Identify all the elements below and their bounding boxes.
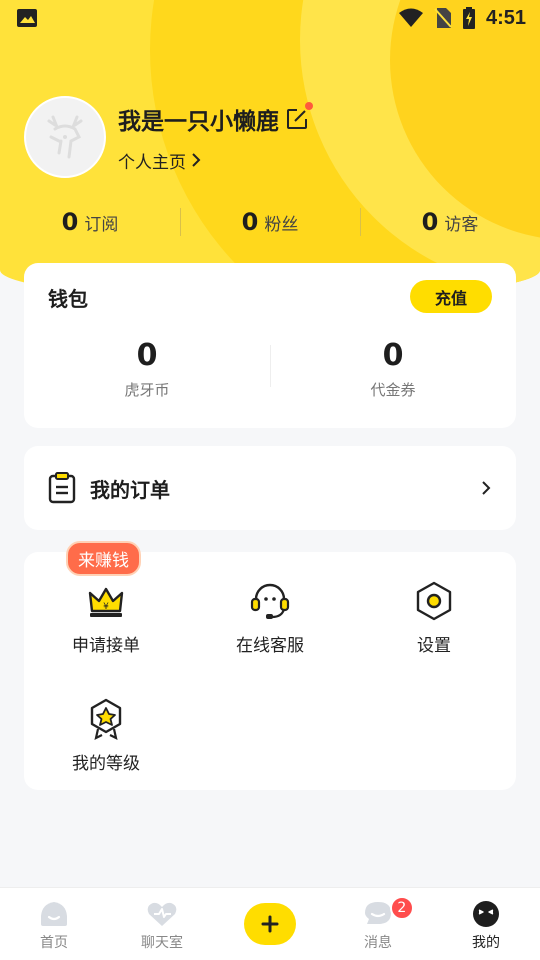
wallet-title: 钱包: [48, 287, 88, 311]
stat-count: 0: [241, 208, 259, 236]
tab-me[interactable]: 我的: [432, 888, 540, 960]
stat-fans[interactable]: 0 粉丝: [180, 202, 360, 242]
my-level-item[interactable]: 我的等级: [24, 697, 188, 774]
no-sim-icon: [434, 8, 452, 28]
stat-count: 0: [421, 208, 439, 236]
apply-orders-item[interactable]: ¥ 申请接单: [24, 579, 188, 656]
stat-subscriptions[interactable]: 0 订阅: [0, 202, 180, 242]
plus-icon: [261, 915, 279, 933]
my-orders-label: 我的订单: [90, 477, 170, 502]
wallet-card: 钱包 充值 0 虎牙币 0 代金券: [24, 263, 516, 428]
tab-chatroom[interactable]: 聊天室: [108, 888, 216, 960]
stats-row: 0 订阅 0 粉丝 0 访客: [0, 202, 540, 242]
tab-home[interactable]: 首页: [0, 888, 108, 960]
home-icon: [41, 902, 67, 926]
huya-coin-value: 0: [136, 338, 158, 373]
chatroom-icon: [147, 902, 177, 926]
earn-money-badge: 来赚钱: [66, 541, 141, 576]
apply-orders-label: 申请接单: [72, 636, 140, 656]
edit-profile-icon[interactable]: [285, 101, 313, 131]
clock-time: 4:51: [485, 6, 526, 29]
function-grid: 来赚钱 ¥ 申请接单 在线客服 设置 我的等级: [24, 541, 516, 790]
wifi-icon: [398, 8, 423, 27]
tab-label: 首页: [40, 935, 68, 951]
my-level-label: 我的等级: [72, 754, 140, 774]
avatar[interactable]: [24, 96, 106, 178]
tab-messages[interactable]: 2 消息: [324, 888, 432, 960]
chevron-right-icon: [482, 481, 491, 495]
tab-label: 聊天室: [141, 935, 183, 951]
chevron-right-icon: [192, 153, 201, 167]
crown-yen-icon: ¥: [88, 587, 124, 617]
stat-visitors[interactable]: 0 访客: [360, 202, 540, 242]
homepage-link-label: 个人主页: [118, 152, 186, 173]
level-star-badge-icon: [90, 698, 122, 741]
notification-dot: [305, 101, 313, 110]
stat-label: 订阅: [84, 214, 119, 235]
voucher-balance[interactable]: 0 代金券: [270, 335, 516, 405]
my-orders-row[interactable]: 我的订单: [24, 446, 516, 530]
settings-hexagon-icon: [416, 581, 452, 621]
settings-label: 设置: [417, 636, 451, 656]
battery-charging-icon: [462, 7, 475, 29]
voucher-label: 代金券: [370, 381, 416, 399]
unread-badge: 2: [389, 896, 414, 920]
create-button[interactable]: [244, 903, 296, 945]
profile-section: 我是一只小懒鹿 个人主页: [24, 96, 313, 178]
online-support-item[interactable]: 在线客服: [188, 579, 352, 656]
clipboard-icon: [48, 472, 76, 504]
deer-avatar-icon: [47, 115, 83, 159]
voucher-value: 0: [382, 338, 404, 373]
stat-count: 0: [61, 208, 79, 236]
tab-label: 消息: [364, 935, 392, 951]
online-support-label: 在线客服: [236, 636, 304, 656]
svg-text:¥: ¥: [103, 602, 109, 612]
username: 我是一只小懒鹿: [118, 108, 279, 135]
image-notification-icon: [17, 9, 37, 27]
bottom-tab-bar: 首页 聊天室 2 消息 我的: [0, 887, 540, 960]
stat-label: 访客: [444, 214, 479, 235]
headset-icon: [250, 583, 290, 619]
message-icon: [365, 902, 391, 924]
status-bar: 4:51: [0, 0, 540, 36]
stat-label: 粉丝: [264, 214, 299, 235]
me-icon: [473, 901, 499, 927]
huya-coin-label: 虎牙币: [124, 381, 170, 399]
homepage-link[interactable]: 个人主页: [118, 148, 309, 173]
huya-coin-balance[interactable]: 0 虎牙币: [24, 335, 270, 405]
tab-create[interactable]: [216, 888, 324, 960]
tab-label: 我的: [472, 935, 500, 951]
settings-item[interactable]: 设置: [352, 579, 516, 656]
recharge-button[interactable]: 充值: [410, 280, 492, 313]
